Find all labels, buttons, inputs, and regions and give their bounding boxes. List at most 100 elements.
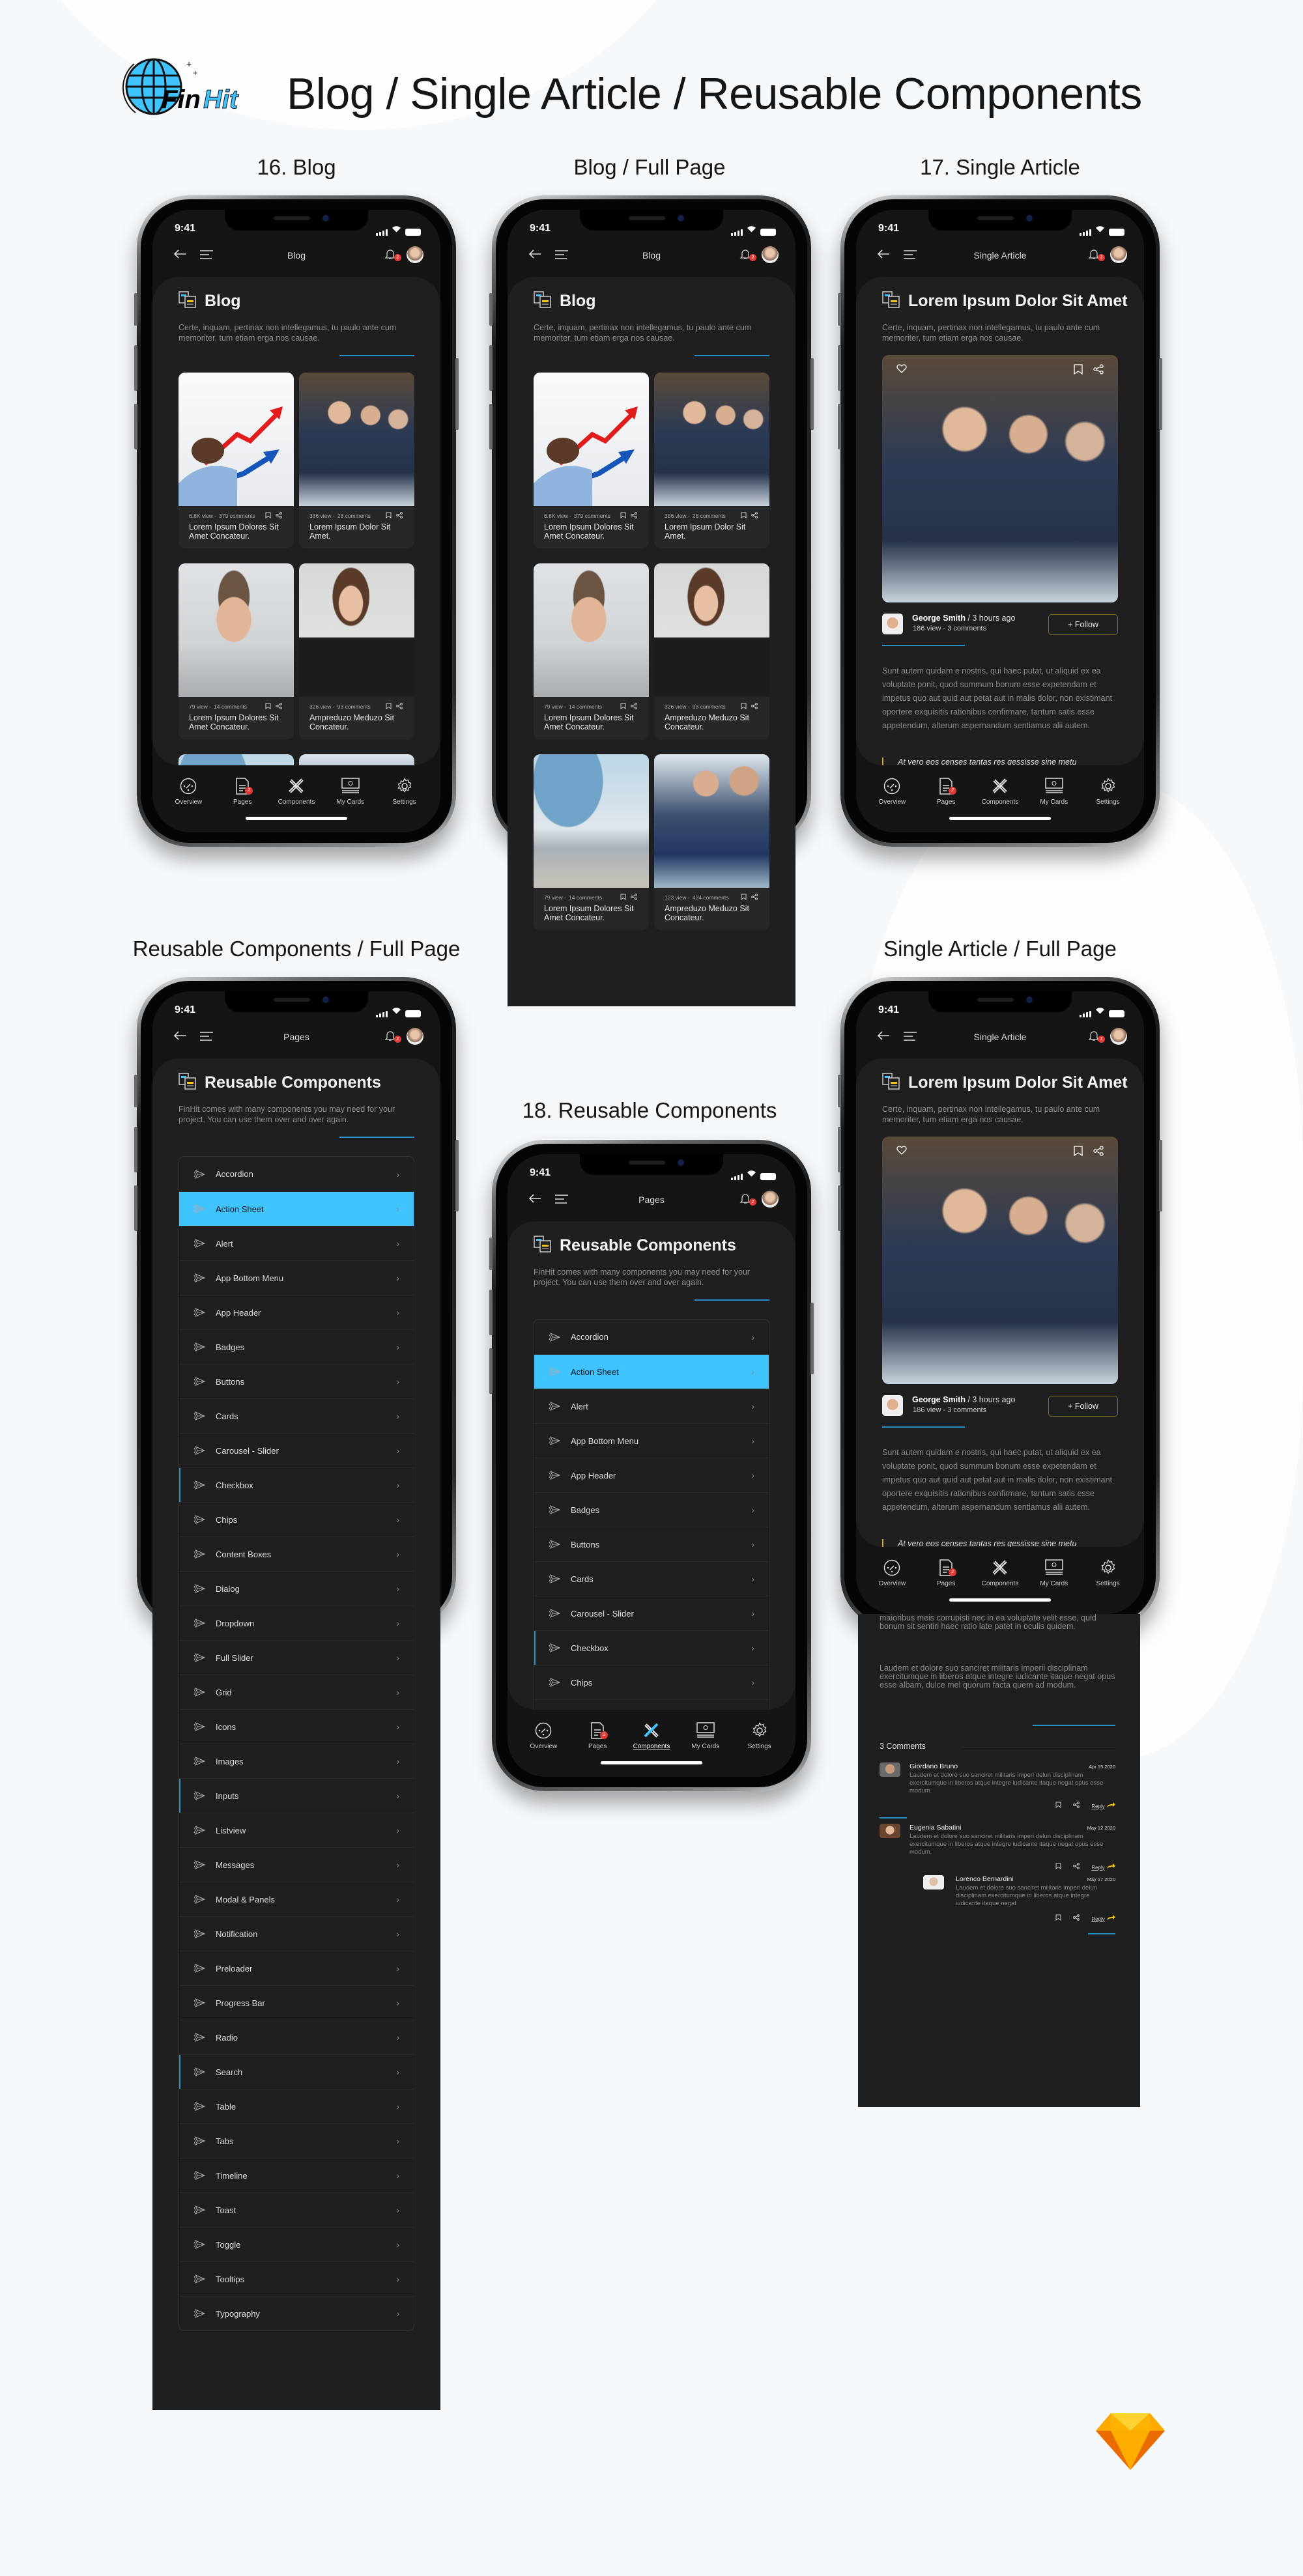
list-item[interactable]: Chips › [179, 1502, 414, 1536]
bookmark-icon[interactable] [265, 512, 271, 520]
reply-button[interactable]: Reply [1091, 1863, 1115, 1871]
commenter-name[interactable]: Giordano Bruno [909, 1762, 958, 1770]
nav-item-my-cards[interactable]: My Cards [324, 778, 377, 806]
bookmark-icon[interactable] [620, 894, 626, 901]
bookmark-icon[interactable] [741, 703, 747, 711]
menu-icon[interactable] [903, 1032, 917, 1044]
bookmark-icon[interactable] [1055, 1863, 1061, 1871]
nav-item-pages[interactable]: Pages 2 [920, 778, 972, 806]
blog-card-title[interactable]: Lorem Ipsum Dolores Sit Amet Concateur. [179, 711, 294, 731]
list-item[interactable]: Full Slider › [179, 1640, 414, 1675]
blog-card-title[interactable]: Ampreduzo Meduzo Sit Concateur. [654, 711, 769, 731]
author-avatar[interactable] [882, 614, 903, 634]
list-item[interactable]: Accordion › [179, 1157, 414, 1191]
nav-item-overview[interactable]: Overview [866, 778, 918, 806]
back-arrow-icon[interactable] [173, 1030, 186, 1044]
follow-button[interactable]: + Follow [1048, 614, 1118, 635]
blog-card[interactable]: 386 view -28 comments Lorem Ipsum Dolor S… [299, 373, 414, 548]
nav-item-settings[interactable]: Settings [379, 778, 431, 806]
nav-item-my-cards[interactable]: My Cards [1028, 778, 1080, 806]
commenter-avatar[interactable] [880, 1762, 900, 1777]
back-arrow-icon[interactable] [877, 249, 890, 262]
bookmark-icon[interactable] [386, 512, 392, 520]
menu-icon[interactable] [903, 250, 917, 262]
author-name[interactable]: George Smith [912, 614, 966, 623]
blog-card-title[interactable]: Ampreduzo Meduzo Sit Concateur. [299, 711, 414, 731]
user-avatar[interactable] [407, 1028, 423, 1045]
nav-item-components[interactable]: Components [974, 1559, 1026, 1587]
share-icon[interactable] [1073, 1914, 1080, 1922]
bookmark-icon[interactable] [1055, 1914, 1061, 1922]
blog-card[interactable]: 123 view -424 commentsAmpreduzo Meduzo S… [654, 754, 769, 930]
bookmark-icon[interactable] [741, 512, 747, 520]
list-item[interactable]: Action Sheet › [179, 1191, 414, 1226]
share-icon[interactable] [276, 703, 282, 711]
list-item[interactable]: Notification › [179, 1916, 414, 1951]
nav-item-settings[interactable]: Settings [734, 1722, 786, 1750]
list-item[interactable]: Toast › [179, 2192, 414, 2227]
list-item[interactable]: Search › [179, 2054, 414, 2089]
bookmark-icon[interactable] [741, 894, 747, 901]
list-item[interactable]: Table › [179, 2089, 414, 2123]
blog-card-title[interactable]: Lorem Ipsum Dolores Sit Amet Concateur. [534, 520, 649, 541]
share-icon[interactable] [1093, 1146, 1104, 1159]
list-item[interactable]: Dialog › [179, 1571, 414, 1606]
blog-card[interactable]: 326 view -93 comments Ampreduzo Meduzo Si… [299, 563, 414, 739]
list-item[interactable]: Buttons › [534, 1527, 769, 1561]
list-item[interactable]: Grid › [179, 1675, 414, 1709]
list-item[interactable]: Toggle › [179, 2227, 414, 2261]
list-item[interactable]: Images › [179, 1744, 414, 1778]
list-item[interactable]: Cards › [534, 1561, 769, 1596]
list-item[interactable]: Chips › [534, 1665, 769, 1699]
list-item[interactable]: Content Boxes› [534, 1699, 769, 1710]
like-heart-icon[interactable] [896, 364, 907, 376]
blog-card[interactable]: 6.8K view -379 comments Lorem Ipsum Dolor… [179, 373, 294, 548]
blog-card[interactable]: 386 view -28 comments Lorem Ipsum Dolor S… [654, 373, 769, 548]
nav-item-my-cards[interactable]: My Cards [1028, 1559, 1080, 1587]
share-icon[interactable] [751, 894, 758, 901]
nav-item-overview[interactable]: Overview [162, 778, 214, 806]
share-icon[interactable] [396, 703, 403, 711]
reply-button[interactable]: Reply [1091, 1802, 1115, 1809]
back-arrow-icon[interactable] [173, 249, 186, 262]
back-arrow-icon[interactable] [877, 1030, 890, 1044]
list-item[interactable]: Content Boxes› [179, 1536, 414, 1571]
user-avatar[interactable] [762, 246, 779, 263]
back-arrow-icon[interactable] [528, 1193, 541, 1207]
blog-card-title[interactable]: Lorem Ipsum Dolores Sit Amet Concateur. [534, 711, 649, 731]
author-avatar[interactable] [882, 1395, 903, 1416]
list-item[interactable]: Alert › [534, 1389, 769, 1423]
bookmark-icon[interactable] [620, 512, 626, 520]
bookmark-icon[interactable] [386, 703, 392, 711]
bookmark-icon[interactable] [1074, 364, 1083, 378]
list-item[interactable]: Progress Bar › [179, 1985, 414, 2020]
bookmark-icon[interactable] [265, 703, 271, 711]
list-item[interactable]: App Bottom Menu › [179, 1260, 414, 1295]
list-item[interactable]: Typography › [179, 2296, 414, 2330]
share-icon[interactable] [631, 512, 637, 520]
list-item[interactable]: Accordion › [534, 1320, 769, 1354]
nav-item-pages[interactable]: Pages 2 [920, 1559, 972, 1587]
commenter-avatar[interactable] [880, 1824, 900, 1838]
blog-card-title[interactable]: Lorem Ipsum Dolores Sit Amet Concateur. [534, 901, 649, 922]
blog-card[interactable]: 123 view -424 commentsAmpreduzo Meduzo S… [299, 754, 414, 765]
list-item[interactable]: Badges › [179, 1329, 414, 1364]
blog-card-title[interactable]: Ampreduzo Meduzo Sit Concateur. [654, 901, 769, 922]
nav-item-components[interactable]: Components [625, 1722, 678, 1750]
blog-card[interactable]: 79 view -14 commentsLorem Ipsum Dolores … [179, 563, 294, 739]
commenter-name[interactable]: Lorenco Bernardini [956, 1875, 1014, 1883]
menu-icon[interactable] [554, 250, 569, 262]
bookmark-icon[interactable] [1074, 1146, 1083, 1159]
list-item[interactable]: Preloader › [179, 1951, 414, 1985]
user-avatar[interactable] [407, 246, 423, 263]
menu-icon[interactable] [199, 250, 214, 262]
nav-item-pages[interactable]: Pages 2 [216, 778, 268, 806]
list-item[interactable]: Messages › [179, 1847, 414, 1882]
commenter-name[interactable]: Eugenia Sabatini [909, 1824, 961, 1832]
list-item[interactable]: App Header › [179, 1295, 414, 1329]
user-avatar[interactable] [762, 1191, 779, 1208]
blog-card[interactable]: 326 view -93 comments Ampreduzo Meduzo Si… [654, 563, 769, 739]
share-icon[interactable] [1073, 1863, 1080, 1871]
list-item[interactable]: Cards › [179, 1398, 414, 1433]
list-item[interactable]: Dropdown › [179, 1606, 414, 1640]
